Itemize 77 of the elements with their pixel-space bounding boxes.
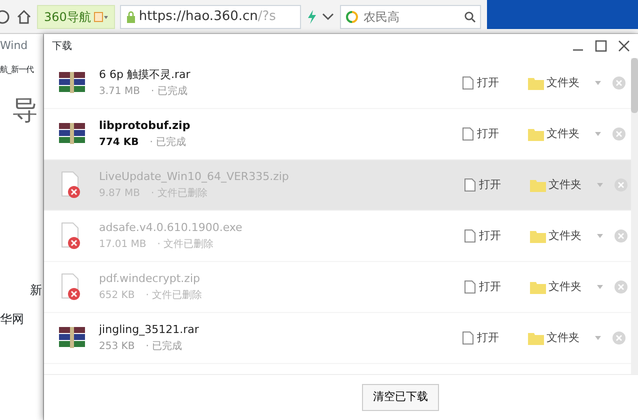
file-icon [464, 229, 476, 243]
open-button[interactable]: 打开 [458, 328, 503, 348]
folder-button[interactable]: 文件夹 [526, 226, 586, 246]
file-size: 3.71 MB [99, 84, 140, 99]
folder-icon [530, 230, 546, 242]
url-text: https://hao.360.cn/?s [138, 8, 276, 26]
caret-icon[interactable] [594, 132, 600, 136]
open-button[interactable]: 打开 [458, 72, 503, 94]
file-name[interactable]: 6 6p 触摸不灵.rar [99, 67, 190, 84]
chevron-down-icon[interactable] [322, 12, 334, 20]
caret-icon[interactable] [596, 234, 602, 238]
search-engine-icon [344, 10, 359, 24]
folder-icon [530, 178, 546, 192]
address-bar[interactable]: https://hao.360.cn/?s [120, 4, 302, 28]
download-row[interactable]: 6 6p 触摸不灵.rar 3.71 MB · 已完成 打开 文件夹 [44, 58, 631, 109]
bookmark-link[interactable]: Wind [0, 38, 28, 54]
lightning-icon[interactable] [306, 10, 317, 24]
close-icon[interactable] [618, 40, 630, 52]
remove-icon[interactable] [612, 331, 626, 345]
file-icon [462, 76, 474, 90]
folder-icon [528, 332, 544, 344]
search-field[interactable]: 农民高 [340, 4, 482, 28]
file-size: 652 KB [99, 288, 135, 303]
folder-icon [528, 76, 544, 90]
caret-icon[interactable] [596, 183, 602, 187]
logo-text: 导 [11, 95, 39, 128]
dropdown-icon [94, 12, 108, 22]
open-button[interactable]: 打开 [460, 226, 505, 246]
dialog-title: 下载 [52, 40, 72, 54]
remove-icon[interactable] [614, 229, 628, 243]
maximize-icon[interactable] [595, 40, 607, 52]
remove-icon[interactable] [612, 76, 626, 90]
file-icon [462, 127, 474, 141]
file-size: 253 KB [99, 340, 135, 354]
download-status: · 文件已删除 [157, 238, 214, 252]
lock-icon [126, 10, 136, 22]
home-icon[interactable] [16, 8, 32, 24]
scrollbar-thumb[interactable] [631, 58, 638, 113]
download-row[interactable]: pdf.windecrypt.zip 652 KB · 文件已删除 打开 文件夹 [44, 262, 631, 313]
search-icon [464, 10, 476, 22]
file-size: 17.01 MB [99, 238, 146, 252]
caret-icon[interactable] [596, 285, 602, 289]
caret-icon[interactable] [594, 336, 600, 340]
download-status: · 已完成 [150, 136, 186, 150]
page-link[interactable]: 华网 [0, 310, 43, 328]
file-icon [462, 331, 474, 345]
refresh-icon[interactable] [0, 8, 10, 24]
remove-icon[interactable] [614, 178, 628, 192]
folder-button[interactable]: 文件夹 [524, 328, 584, 348]
remove-icon[interactable] [614, 280, 628, 294]
open-button[interactable]: 打开 [460, 174, 505, 196]
file-size: 774 KB [99, 136, 139, 150]
remove-icon[interactable] [612, 127, 626, 141]
folder-icon [530, 280, 546, 294]
folder-button[interactable]: 文件夹 [526, 276, 586, 298]
search-input[interactable]: 农民高 [362, 6, 462, 26]
open-button[interactable]: 打开 [460, 276, 505, 298]
file-icon [464, 178, 476, 192]
page-link[interactable]: 航_新一代 [0, 64, 43, 76]
file-name[interactable]: jingling_35121.rar [99, 322, 199, 339]
folder-icon [528, 128, 544, 140]
download-row[interactable]: adsafe.v4.0.610.1900.exe 17.01 MB · 文件已删除 打开 文件夹 [44, 211, 631, 262]
folder-button[interactable]: 文件夹 [526, 174, 586, 196]
download-row[interactable]: jingling_35121.rar 253 KB · 已完成 打开 文件夹 [44, 313, 631, 364]
caret-icon[interactable] [594, 81, 600, 85]
page-link[interactable]: 新 [0, 281, 43, 299]
clear-downloads-button[interactable]: 清空已下载 [362, 384, 439, 411]
open-button[interactable]: 打开 [458, 124, 503, 144]
download-status: · 文件已删除 [146, 288, 202, 303]
file-name[interactable]: libprotobuf.zip [99, 118, 190, 135]
scrollbar[interactable] [631, 58, 638, 374]
folder-button[interactable]: 文件夹 [524, 124, 584, 144]
download-status: · 已完成 [150, 84, 188, 99]
site-nav-button[interactable]: 360导航 [37, 4, 115, 28]
folder-button[interactable]: 文件夹 [524, 72, 584, 94]
download-status: · 已完成 [146, 340, 182, 354]
file-icon [464, 280, 476, 294]
